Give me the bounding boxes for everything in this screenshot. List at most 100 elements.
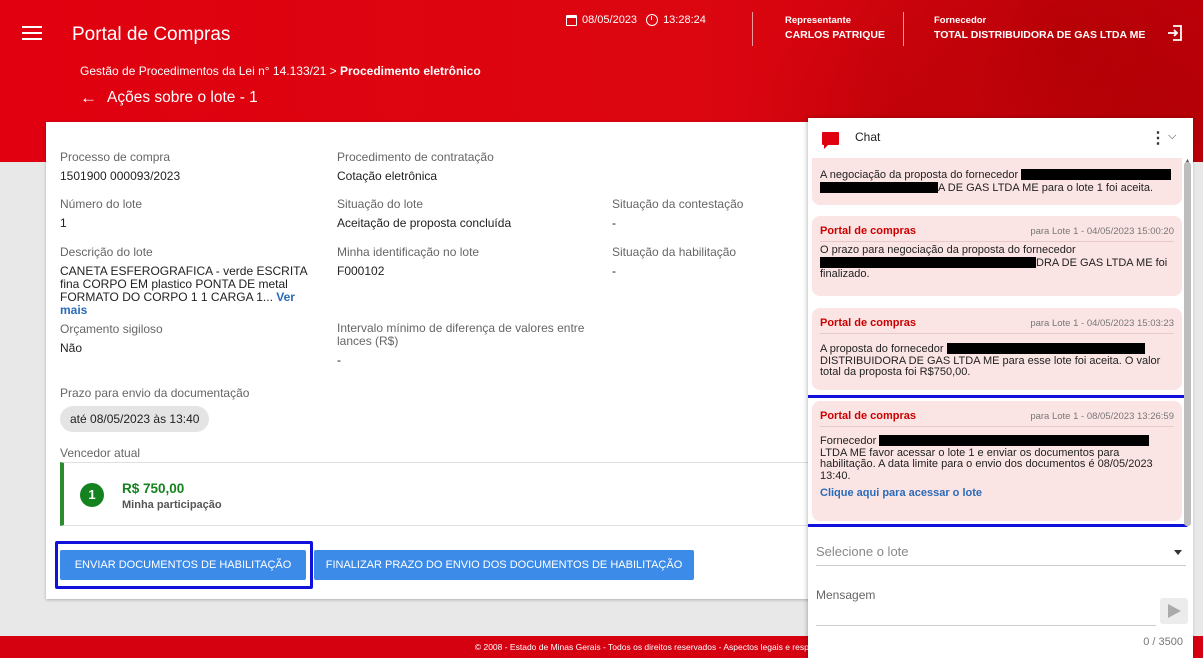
situacao-contestacao-field: Situação da contestação - (612, 197, 743, 230)
chat-header: Chat ⋮ ⌵ (808, 118, 1193, 158)
chat-message: Portal de compras para Lote 1 - 04/05/20… (812, 216, 1182, 296)
situacao-habilitacao-label: Situação da habilitação (612, 245, 737, 259)
dropdown-caret-icon (1174, 550, 1182, 555)
identificacao-label: Minha identificação no lote (337, 245, 480, 259)
chat-messages[interactable]: A negociação da proposta do fornecedor A… (808, 158, 1193, 644)
descricao-value: CANETA ESFEROGRAFICA - verde ESCRITA fin… (60, 265, 310, 317)
intervalo-value: - (337, 353, 341, 367)
fornecedor-block: Fornecedor TOTAL DISTRIBUIDORA DE GAS LT… (934, 14, 1145, 42)
chat-bubble-icon (822, 132, 839, 149)
breadcrumb-current: Procedimento eletrônico (339, 64, 481, 78)
situacao-habilitacao-value: - (612, 264, 616, 278)
orcamento-field: Orçamento sigiloso Não (60, 322, 163, 355)
message-divider (820, 241, 1174, 242)
numero-lote-field: Número do lote 1 (60, 197, 142, 230)
back-arrow-icon[interactable]: ← (80, 88, 97, 108)
situacao-lote-value: Aceitação de proposta concluída (337, 216, 512, 230)
vencedor-valor: R$ 750,00 (122, 481, 185, 496)
descricao-field: Descrição do lote CANETA ESFEROGRAFICA -… (60, 245, 310, 317)
message-text: A negociação da proposta do fornecedor (820, 169, 1019, 181)
orcamento-value: Não (60, 341, 83, 355)
message-body: O prazo para negociação da proposta do f… (820, 244, 1174, 281)
situacao-contestacao-label: Situação da contestação (612, 197, 744, 211)
current-date: 08/05/2023 (582, 14, 638, 26)
message-input[interactable]: Mensagem (816, 588, 1156, 626)
vencedor-label: Vencedor atual (60, 446, 141, 460)
highlight-box (808, 395, 1188, 527)
header-divider (752, 12, 753, 46)
identificacao-field: Minha identificação no lote F000102 (337, 245, 479, 278)
processo-value: 1501900 000093/2023 (60, 169, 181, 183)
situacao-contestacao-value: - (612, 216, 616, 230)
chat-message: A negociação da proposta do fornecedor A… (812, 158, 1182, 205)
descricao-text: CANETA ESFEROGRAFICA - verde ESCRITA fin… (60, 264, 307, 304)
vencedor-subtitle: Minha participação (122, 499, 222, 511)
message-divider (820, 333, 1174, 334)
message-text: total da proposta foi R$750,00. (820, 366, 971, 378)
current-time: 13:28:24 (663, 14, 706, 26)
fornecedor-label: Fornecedor (934, 15, 987, 26)
redacted-text (1021, 169, 1172, 180)
prazo-label: Prazo para envio da documentação (60, 386, 250, 400)
calendar-icon (566, 14, 577, 26)
clock-icon (646, 14, 659, 26)
message-text: finalizado. (820, 268, 870, 280)
message-text: DISTRIBUIDORA DE GAS LTDA ME para esse l… (820, 354, 1161, 367)
select-lote-placeholder: Selecione o lote (816, 544, 909, 559)
breadcrumb-parent[interactable]: Gestão de Procedimentos da Lei n° 14.133… (80, 64, 340, 78)
breadcrumb: Gestão de Procedimentos da Lei n° 14.133… (80, 64, 481, 78)
descricao-label: Descrição do lote (60, 245, 153, 259)
representante-label: Representante (785, 15, 851, 26)
redacted-text (820, 256, 1036, 268)
representante-value: CARLOS PATRIQUE (785, 29, 885, 41)
message-meta: para Lote 1 - 04/05/2023 15:00:20 (1030, 226, 1174, 237)
processo-field: Processo de compra 1501900 000093/2023 (60, 150, 180, 183)
message-sender: Portal de compras (820, 317, 916, 329)
situacao-habilitacao-field: Situação da habilitação - (612, 245, 736, 278)
message-sender: Portal de compras (820, 225, 916, 237)
highlight-box (55, 541, 313, 589)
chat-message: Portal de compras para Lote 1 - 04/05/20… (812, 308, 1182, 390)
send-icon[interactable] (1160, 598, 1188, 624)
chevron-down-icon[interactable]: ⌵ (1168, 130, 1176, 143)
app-title: Portal de Compras (72, 24, 231, 45)
procedimento-field: Procedimento de contratação Cotação elet… (337, 150, 494, 183)
representante-block: Representante CARLOS PATRIQUE (785, 14, 885, 42)
message-text: A proposta do fornecedor (820, 343, 944, 355)
prazo-field: Prazo para envio da documentação (60, 386, 249, 406)
page-title-row: ← Ações sobre o lote - 1 (80, 88, 258, 108)
char-counter: 0 / 3500 (1143, 636, 1183, 648)
page-title: Ações sobre o lote - 1 (107, 89, 258, 106)
lote-details-card: Processo de compra 1501900 000093/2023 P… (46, 122, 824, 599)
datetime-display: 08/05/2023 13:28:24 (566, 14, 706, 26)
message-body: A proposta do fornecedor DISTRIBUIDORA D… (820, 343, 1174, 379)
redacted-text (820, 181, 938, 193)
vencedor-box: 1 R$ 750,00 Minha participação (60, 462, 820, 526)
intervalo-label: Intervalo mínimo de diferença de valores… (337, 321, 585, 348)
chat-title: Chat (855, 130, 881, 144)
orcamento-label: Orçamento sigiloso (60, 322, 163, 336)
identificacao-value: F000102 (337, 264, 385, 278)
procedimento-label: Procedimento de contratação (337, 150, 494, 164)
header-divider (903, 12, 904, 46)
situacao-lote-label: Situação do lote (337, 197, 424, 211)
numero-lote-label: Número do lote (60, 197, 143, 211)
finalizar-prazo-button[interactable]: FINALIZAR PRAZO DO ENVIO DOS DOCUMENTOS … (314, 550, 694, 580)
hamburger-menu-icon[interactable] (22, 26, 42, 42)
processo-label: Processo de compra (60, 150, 171, 164)
message-text: DRA DE GAS LTDA ME foi (1036, 256, 1168, 269)
more-options-icon[interactable]: ⋮ (1150, 128, 1166, 148)
prazo-chip: até 08/05/2023 às 13:40 (60, 406, 210, 432)
message-meta: para Lote 1 - 04/05/2023 15:03:23 (1030, 318, 1174, 329)
vencedor-rank-badge: 1 (80, 483, 104, 507)
intervalo-field: Intervalo mínimo de diferença de valores… (337, 322, 607, 367)
message-text: A DE GAS LTDA ME para o lote 1 foi aceit… (938, 181, 1154, 194)
logout-icon[interactable] (1166, 24, 1184, 42)
chat-scrollbar[interactable] (1184, 162, 1191, 526)
fornecedor-value: TOTAL DISTRIBUIDORA DE GAS LTDA ME (934, 29, 1146, 41)
redacted-text (946, 343, 1145, 354)
numero-lote-value: 1 (60, 216, 67, 230)
situacao-lote-field: Situação do lote Aceitação de proposta c… (337, 197, 511, 230)
select-lote-dropdown[interactable]: Selecione o lote (816, 544, 1186, 566)
procedimento-value: Cotação eletrônica (337, 169, 438, 183)
